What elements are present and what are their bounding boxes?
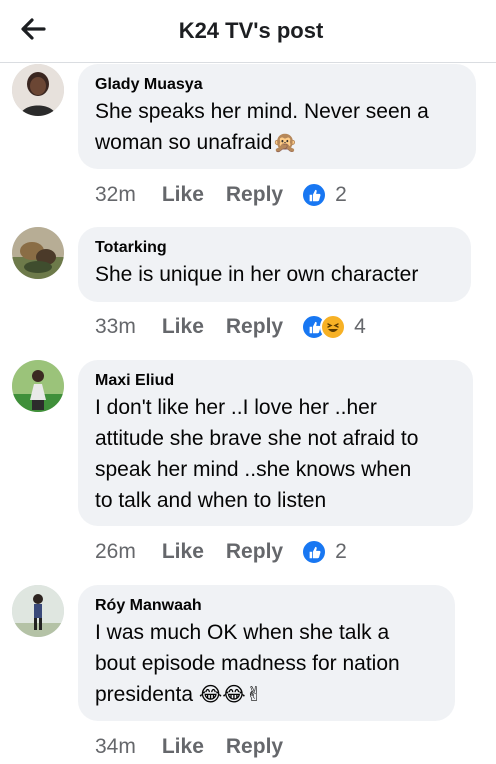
page-title: K24 TV's post (178, 18, 324, 43)
like-button[interactable]: Like (162, 315, 204, 339)
comment-bubble[interactable]: Maxi Eliud I don't like her ..I love her… (78, 360, 473, 526)
reply-button[interactable]: Reply (226, 315, 283, 339)
haha-reaction-icon (320, 314, 347, 340)
reaction-count: 2 (335, 540, 347, 563)
comment-text: I don't like her ..I love her ..her atti… (95, 396, 419, 512)
reply-button[interactable]: Reply (226, 183, 283, 207)
reaction-count: 2 (335, 183, 347, 206)
like-reaction-icon (301, 182, 328, 208)
comment-actions: 32m Like Reply 2 (95, 180, 347, 210)
reaction-count: 4 (354, 315, 366, 338)
comment-bubble[interactable]: Róy Manwaah I was much OK when she talk … (78, 585, 455, 721)
comment-author[interactable]: Totarking (95, 238, 455, 258)
see-no-evil-monkey-emoji: 🙊 (272, 130, 298, 154)
avatar[interactable] (12, 227, 64, 279)
comment-time: 33m (95, 315, 136, 338)
like-reaction-icon (301, 539, 328, 565)
comment-actions: 26m Like Reply 2 (95, 537, 347, 567)
comment-time: 26m (95, 540, 136, 563)
reply-button[interactable]: Reply (226, 735, 283, 759)
like-button[interactable]: Like (162, 183, 204, 207)
comment-text: She is unique in her own character (95, 263, 419, 286)
comment-bubble[interactable]: Glady Muasya She speaks her mind. Never … (78, 64, 476, 169)
comment-time: 34m (95, 735, 136, 758)
avatar[interactable] (12, 585, 64, 637)
laughing-emoji: 😂😂✌ (198, 682, 263, 706)
reaction-summary[interactable]: 4 (301, 314, 366, 340)
avatar[interactable] (12, 64, 64, 116)
comment-text: I was much OK when she talk a bout episo… (95, 621, 400, 706)
reaction-summary[interactable]: 2 (301, 182, 347, 208)
top-bar: K24 TV's post (0, 0, 496, 63)
like-button[interactable]: Like (162, 735, 204, 759)
like-button[interactable]: Like (162, 540, 204, 564)
comment-actions: 34m Like Reply (95, 732, 305, 762)
comment-author[interactable]: Maxi Eliud (95, 371, 457, 391)
comment-actions: 33m Like Reply 4 (95, 312, 366, 342)
comment-author[interactable]: Róy Manwaah (95, 596, 439, 616)
avatar[interactable] (12, 360, 64, 412)
reaction-summary[interactable]: 2 (301, 539, 347, 565)
comment-text: She speaks her mind. Never seen a woman … (95, 100, 429, 154)
comment-bubble[interactable]: Totarking She is unique in her own chara… (78, 227, 471, 302)
comment-author[interactable]: Glady Muasya (95, 75, 460, 95)
comment-time: 32m (95, 183, 136, 206)
reply-button[interactable]: Reply (226, 540, 283, 564)
